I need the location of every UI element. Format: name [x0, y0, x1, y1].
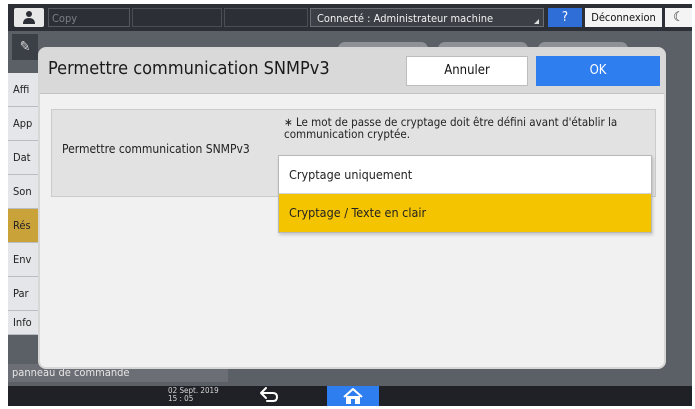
help-button[interactable]: ? [548, 8, 582, 27]
date-time: 02 Sept. 2019 15 : 05 [168, 387, 219, 403]
top-status-bar: Copy Connecté : Administrateur machine ?… [8, 4, 692, 31]
dialog-header: Permettre communication SNMPv3 Annuler O… [40, 49, 664, 94]
energy-saver-button[interactable]: ☾ [665, 8, 692, 27]
setting-label: Permettre communication SNMPv3 [62, 142, 250, 156]
connected-user-indicator[interactable]: Connecté : Administrateur machine [310, 8, 544, 27]
device-screen: Copy Connecté : Administrateur machine ?… [8, 4, 692, 406]
home-button[interactable] [327, 386, 379, 406]
bottom-bar: 02 Sept. 2019 15 : 05 [8, 386, 692, 406]
moon-icon: ☾ [673, 10, 684, 25]
cancel-button[interactable]: Annuler [406, 56, 528, 86]
status-slot [132, 8, 222, 27]
user-icon [23, 11, 35, 24]
back-button[interactable] [253, 386, 285, 406]
user-button[interactable] [14, 8, 44, 27]
ok-button[interactable]: OK [536, 56, 660, 86]
encryption-options-list: Cryptage uniquement Cryptage / Texte en … [278, 155, 652, 233]
logout-button[interactable]: Déconnexion [585, 8, 662, 27]
connected-text: Connecté : Administrateur machine [317, 12, 494, 25]
back-arrow-icon [260, 387, 278, 402]
option-encryption-only[interactable]: Cryptage uniquement [279, 156, 651, 194]
corner-arrow-icon [534, 19, 539, 24]
current-app-label: Copy [48, 8, 130, 27]
time-text: 15 : 05 [168, 394, 194, 403]
snmpv3-dialog: Permettre communication SNMPv3 Annuler O… [40, 49, 664, 367]
dialog-title: Permettre communication SNMPv3 [48, 58, 330, 79]
status-slot [224, 8, 308, 27]
home-icon [343, 388, 363, 404]
option-encryption-cleartext[interactable]: Cryptage / Texte en clair [279, 194, 651, 232]
encryption-note: ∗ Le mot de passe de cryptage doit être … [284, 115, 618, 141]
